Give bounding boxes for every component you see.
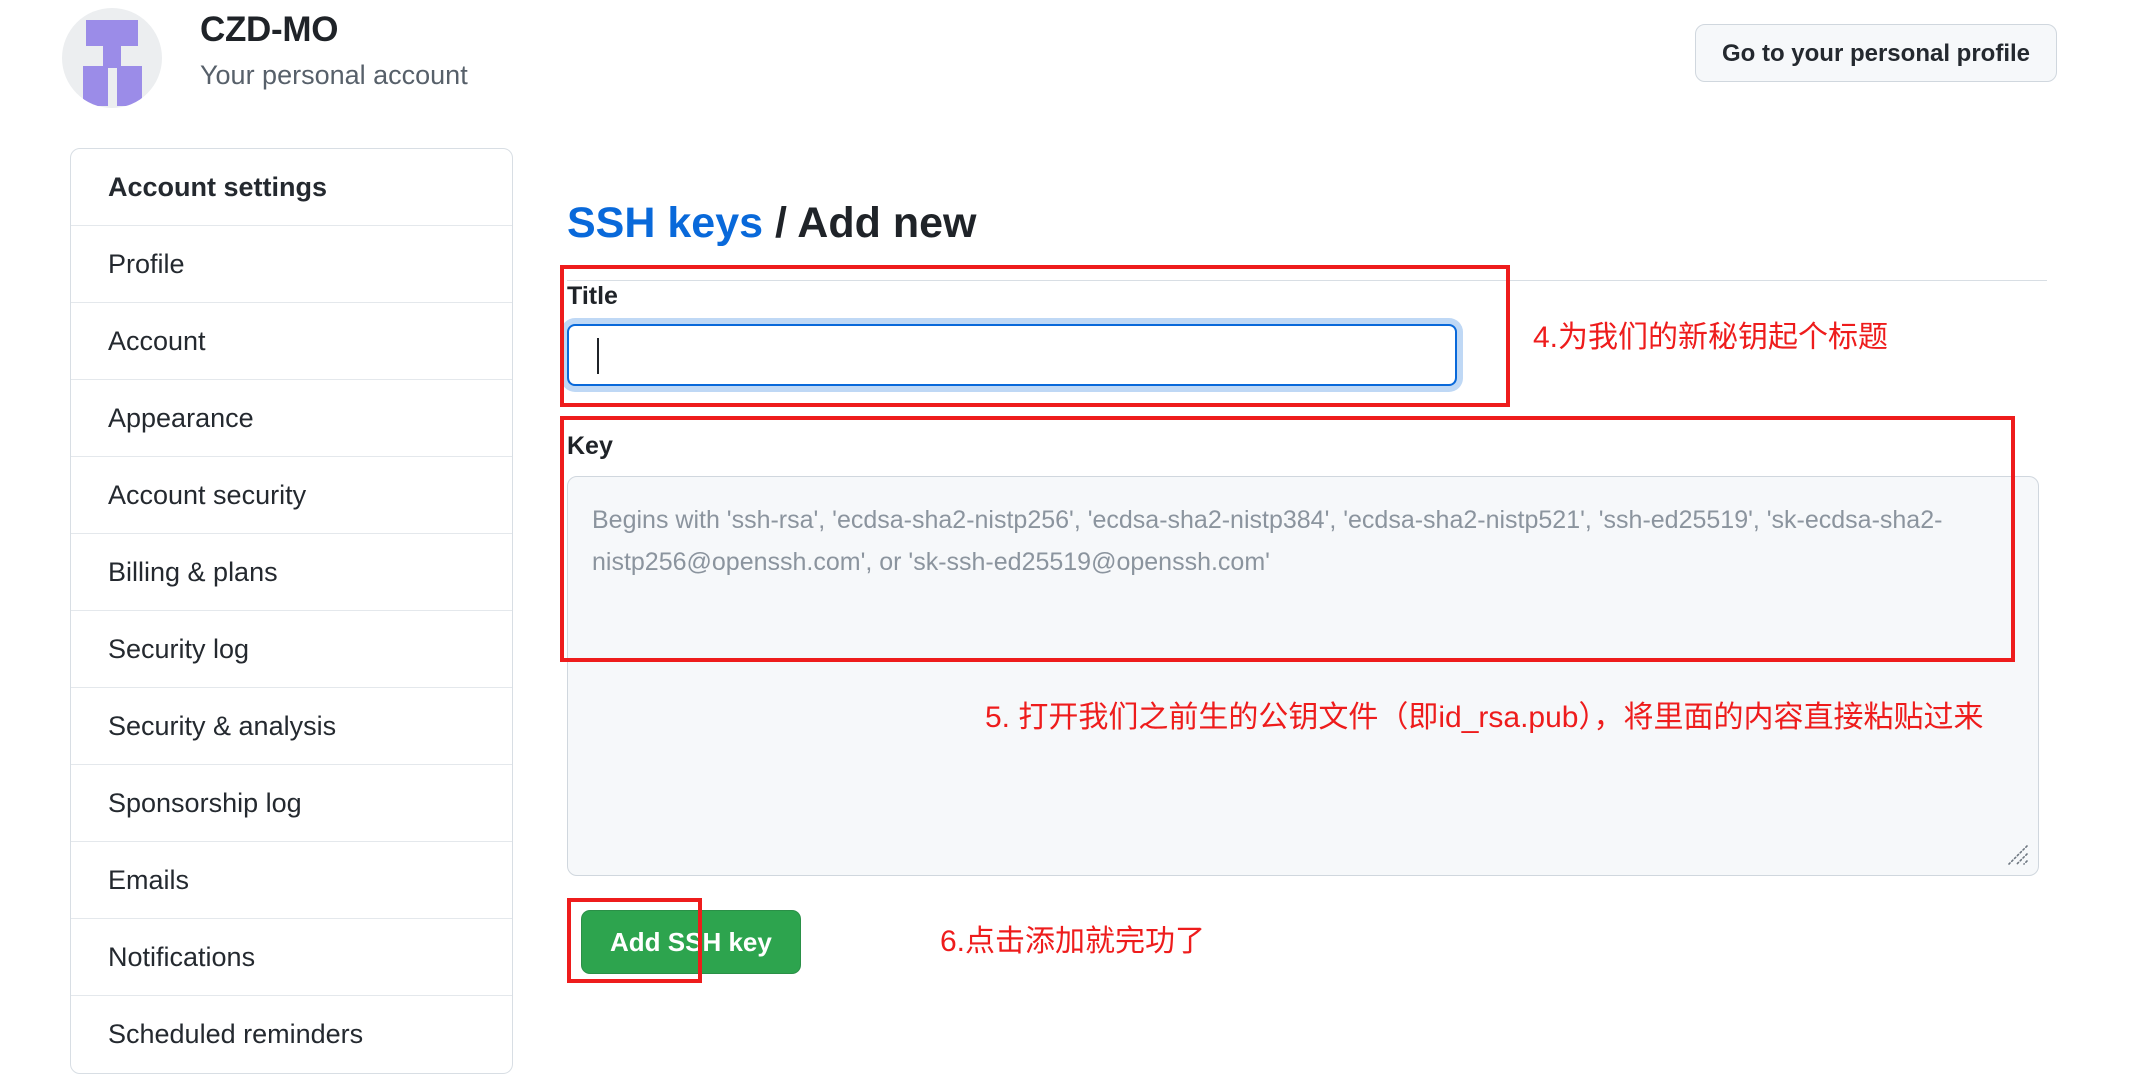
sidebar-item-notifications[interactable]: Notifications (71, 919, 512, 996)
sidebar-item-billing-plans[interactable]: Billing & plans (71, 534, 512, 611)
sidebar-item-security-analysis[interactable]: Security & analysis (71, 688, 512, 765)
key-field-label: Key (567, 432, 613, 460)
breadcrumb-current: Add new (797, 198, 977, 247)
sidebar-item-profile[interactable]: Profile (71, 226, 512, 303)
settings-sidebar: Account settings Profile Account Appeara… (70, 148, 513, 1074)
annotation-step-6: 6.点击添加就完功了 (940, 925, 1206, 958)
heading-divider (567, 279, 2047, 281)
identicon-block-top (86, 20, 138, 46)
sidebar-item-account-settings: Account settings (71, 149, 512, 226)
title-field-label: Title (567, 282, 618, 310)
sidebar-item-account[interactable]: Account (71, 303, 512, 380)
add-ssh-key-button[interactable]: Add SSH key (581, 910, 801, 974)
identicon-block-left (83, 66, 108, 106)
breadcrumb-ssh-keys-link[interactable]: SSH keys (567, 199, 763, 247)
text-caret (597, 338, 599, 374)
identicon-block-stem (103, 46, 121, 68)
sidebar-item-sponsorship-log[interactable]: Sponsorship log (71, 765, 512, 842)
sidebar-item-emails[interactable]: Emails (71, 842, 512, 919)
account-name: CZD-MO (200, 10, 339, 49)
sidebar-item-security-log[interactable]: Security log (71, 611, 512, 688)
avatar[interactable] (62, 8, 162, 108)
identicon-block-right (117, 66, 142, 106)
title-input[interactable] (567, 324, 1457, 386)
page-header: CZD-MO Your personal account Go to your … (0, 0, 2147, 112)
go-to-personal-profile-button[interactable]: Go to your personal profile (1694, 24, 2057, 82)
sidebar-item-scheduled-reminders[interactable]: Scheduled reminders (71, 996, 512, 1073)
main-content: SSH keys / Add new Title Key Add SSH key (567, 148, 2047, 974)
identicon-avatar-icon (62, 8, 162, 108)
annotation-step-4: 4.为我们的新秘钥起个标题 (1533, 321, 1889, 354)
breadcrumb-separator: / (763, 198, 798, 247)
annotation-step-5: 5. 打开我们之前生的公钥文件（即id_rsa.pub），将里面的内容直接粘贴过… (985, 701, 1984, 734)
page-title: SSH keys / Add new (567, 177, 2047, 251)
sidebar-item-appearance[interactable]: Appearance (71, 380, 512, 457)
account-subtitle: Your personal account (200, 60, 468, 90)
sidebar-item-account-security[interactable]: Account security (71, 457, 512, 534)
key-textarea[interactable] (567, 476, 2039, 876)
